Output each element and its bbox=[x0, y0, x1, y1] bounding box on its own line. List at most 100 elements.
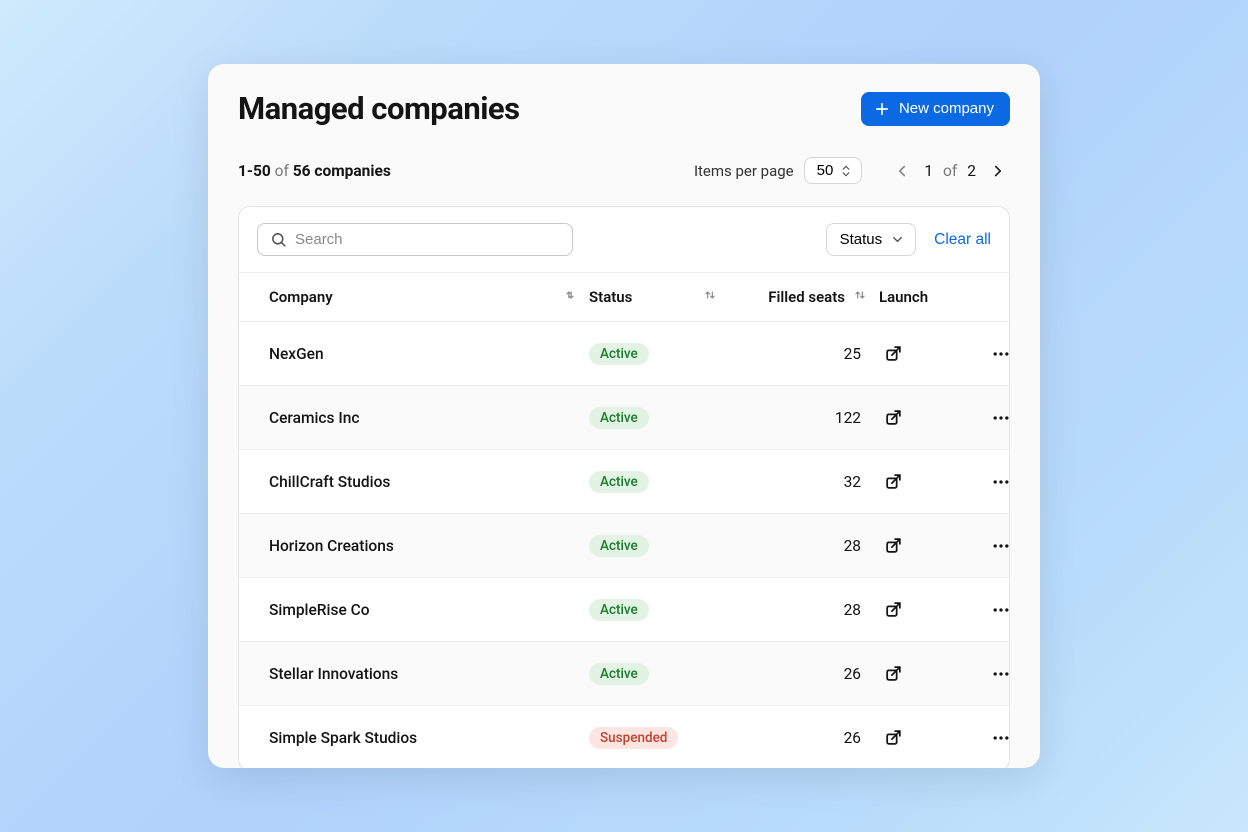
table-container: Status Clear all Company Status bbox=[238, 206, 1010, 768]
cell-actions bbox=[984, 340, 1010, 368]
cell-status: Active bbox=[589, 407, 729, 429]
launch-button[interactable] bbox=[879, 468, 907, 496]
row-actions-button[interactable] bbox=[984, 340, 1010, 368]
cell-actions bbox=[984, 724, 1010, 752]
row-actions-button[interactable] bbox=[984, 660, 1010, 688]
cell-filled-seats: 28 bbox=[729, 537, 879, 555]
cell-company: Simple Spark Studios bbox=[269, 729, 589, 747]
status-badge: Active bbox=[589, 663, 649, 685]
table-row: Ceramics IncActive 122 bbox=[239, 386, 1009, 450]
more-horizontal-icon bbox=[991, 472, 1010, 492]
chevron-right-icon bbox=[989, 162, 1007, 180]
sort-icon bbox=[853, 288, 867, 306]
meta-row: 1-50 of 56 companies Items per page 50 1… bbox=[208, 157, 1040, 184]
filter-row: Status Clear all bbox=[239, 207, 1009, 272]
results-summary: 1-50 of 56 companies bbox=[238, 162, 391, 180]
column-company[interactable]: Company bbox=[269, 288, 589, 306]
launch-button[interactable] bbox=[879, 724, 907, 752]
sort-icon bbox=[703, 288, 717, 306]
status-filter-label: Status bbox=[840, 231, 883, 248]
page-card: Managed companies New company 1-50 of 56… bbox=[208, 64, 1040, 768]
header-row: Managed companies New company bbox=[208, 90, 1040, 127]
page-title: Managed companies bbox=[238, 90, 520, 127]
results-range: 1-50 bbox=[238, 162, 271, 180]
search-input-wrap[interactable] bbox=[257, 223, 573, 256]
current-page: 1 bbox=[924, 162, 933, 180]
status-filter[interactable]: Status bbox=[826, 223, 917, 256]
chevron-left-icon bbox=[893, 162, 911, 180]
cell-launch bbox=[879, 468, 984, 496]
table-row: Horizon CreationsActive 28 bbox=[239, 514, 1009, 578]
launch-button[interactable] bbox=[879, 532, 907, 560]
status-badge: Active bbox=[589, 535, 649, 557]
cell-company: ChillCraft Studios bbox=[269, 473, 589, 491]
row-actions-button[interactable] bbox=[984, 404, 1010, 432]
page-navigator: 1 of 2 bbox=[890, 159, 1010, 183]
external-link-icon bbox=[884, 472, 903, 491]
table-header: Company Status Filled seats Launch bbox=[239, 272, 1009, 322]
row-actions-button[interactable] bbox=[984, 532, 1010, 560]
external-link-icon bbox=[884, 600, 903, 619]
new-company-button[interactable]: New company bbox=[861, 92, 1010, 126]
cell-status: Active bbox=[589, 599, 729, 621]
external-link-icon bbox=[884, 664, 903, 683]
more-horizontal-icon bbox=[991, 728, 1010, 748]
launch-button[interactable] bbox=[879, 660, 907, 688]
cell-company: SimpleRise Co bbox=[269, 601, 589, 619]
sort-icon bbox=[563, 288, 577, 306]
table-row: Stellar InnovationsActive26 bbox=[239, 642, 1009, 706]
column-launch: Launch bbox=[879, 288, 984, 306]
cell-status: Active bbox=[589, 471, 729, 493]
items-per-page-value: 50 bbox=[817, 162, 834, 179]
cell-actions bbox=[984, 532, 1010, 560]
cell-actions bbox=[984, 596, 1010, 624]
cell-status: Active bbox=[589, 663, 729, 685]
status-badge: Active bbox=[589, 407, 649, 429]
status-badge: Active bbox=[589, 343, 649, 365]
column-filled-seats[interactable]: Filled seats bbox=[729, 288, 879, 306]
table-row: SimpleRise CoActive 28 bbox=[239, 578, 1009, 642]
row-actions-button[interactable] bbox=[984, 468, 1010, 496]
cell-filled-seats: 32 bbox=[729, 473, 879, 491]
table-row: Simple Spark StudiosSuspended26 bbox=[239, 706, 1009, 768]
cell-filled-seats: 28 bbox=[729, 601, 879, 619]
new-company-label: New company bbox=[899, 100, 994, 117]
pagination-controls: Items per page 50 1 of 2 bbox=[694, 157, 1010, 184]
cell-filled-seats: 122 bbox=[729, 409, 879, 427]
status-badge: Active bbox=[589, 599, 649, 621]
more-horizontal-icon bbox=[991, 344, 1010, 364]
launch-button[interactable] bbox=[879, 404, 907, 432]
external-link-icon bbox=[884, 408, 903, 427]
cell-status: Suspended bbox=[589, 727, 729, 749]
cell-launch bbox=[879, 404, 984, 432]
clear-all-button[interactable]: Clear all bbox=[934, 231, 991, 249]
status-badge: Active bbox=[589, 471, 649, 493]
cell-actions bbox=[984, 660, 1010, 688]
launch-button[interactable] bbox=[879, 340, 907, 368]
row-actions-button[interactable] bbox=[984, 724, 1010, 752]
page-of: of bbox=[943, 162, 957, 180]
prev-page-button[interactable] bbox=[890, 159, 914, 183]
items-per-page-label: Items per page bbox=[694, 162, 794, 180]
cell-launch bbox=[879, 532, 984, 560]
more-horizontal-icon bbox=[991, 408, 1010, 428]
table-body: NexGenActive25Ceramics IncActive122Chill… bbox=[239, 322, 1009, 768]
column-status[interactable]: Status bbox=[589, 288, 729, 306]
table-row: NexGenActive25 bbox=[239, 322, 1009, 386]
cell-company: Horizon Creations bbox=[269, 537, 589, 555]
items-per-page-select[interactable]: 50 bbox=[804, 157, 863, 184]
total-pages: 2 bbox=[967, 162, 976, 180]
results-total: 56 companies bbox=[293, 162, 391, 180]
external-link-icon bbox=[884, 728, 903, 747]
launch-button[interactable] bbox=[879, 596, 907, 624]
search-input[interactable] bbox=[295, 231, 560, 248]
cell-actions bbox=[984, 404, 1010, 432]
row-actions-button[interactable] bbox=[984, 596, 1010, 624]
cell-company: Ceramics Inc bbox=[269, 409, 589, 427]
more-horizontal-icon bbox=[991, 536, 1010, 556]
cell-status: Active bbox=[589, 343, 729, 365]
next-page-button[interactable] bbox=[986, 159, 1010, 183]
more-horizontal-icon bbox=[991, 664, 1010, 684]
external-link-icon bbox=[884, 344, 903, 363]
cell-launch bbox=[879, 596, 984, 624]
